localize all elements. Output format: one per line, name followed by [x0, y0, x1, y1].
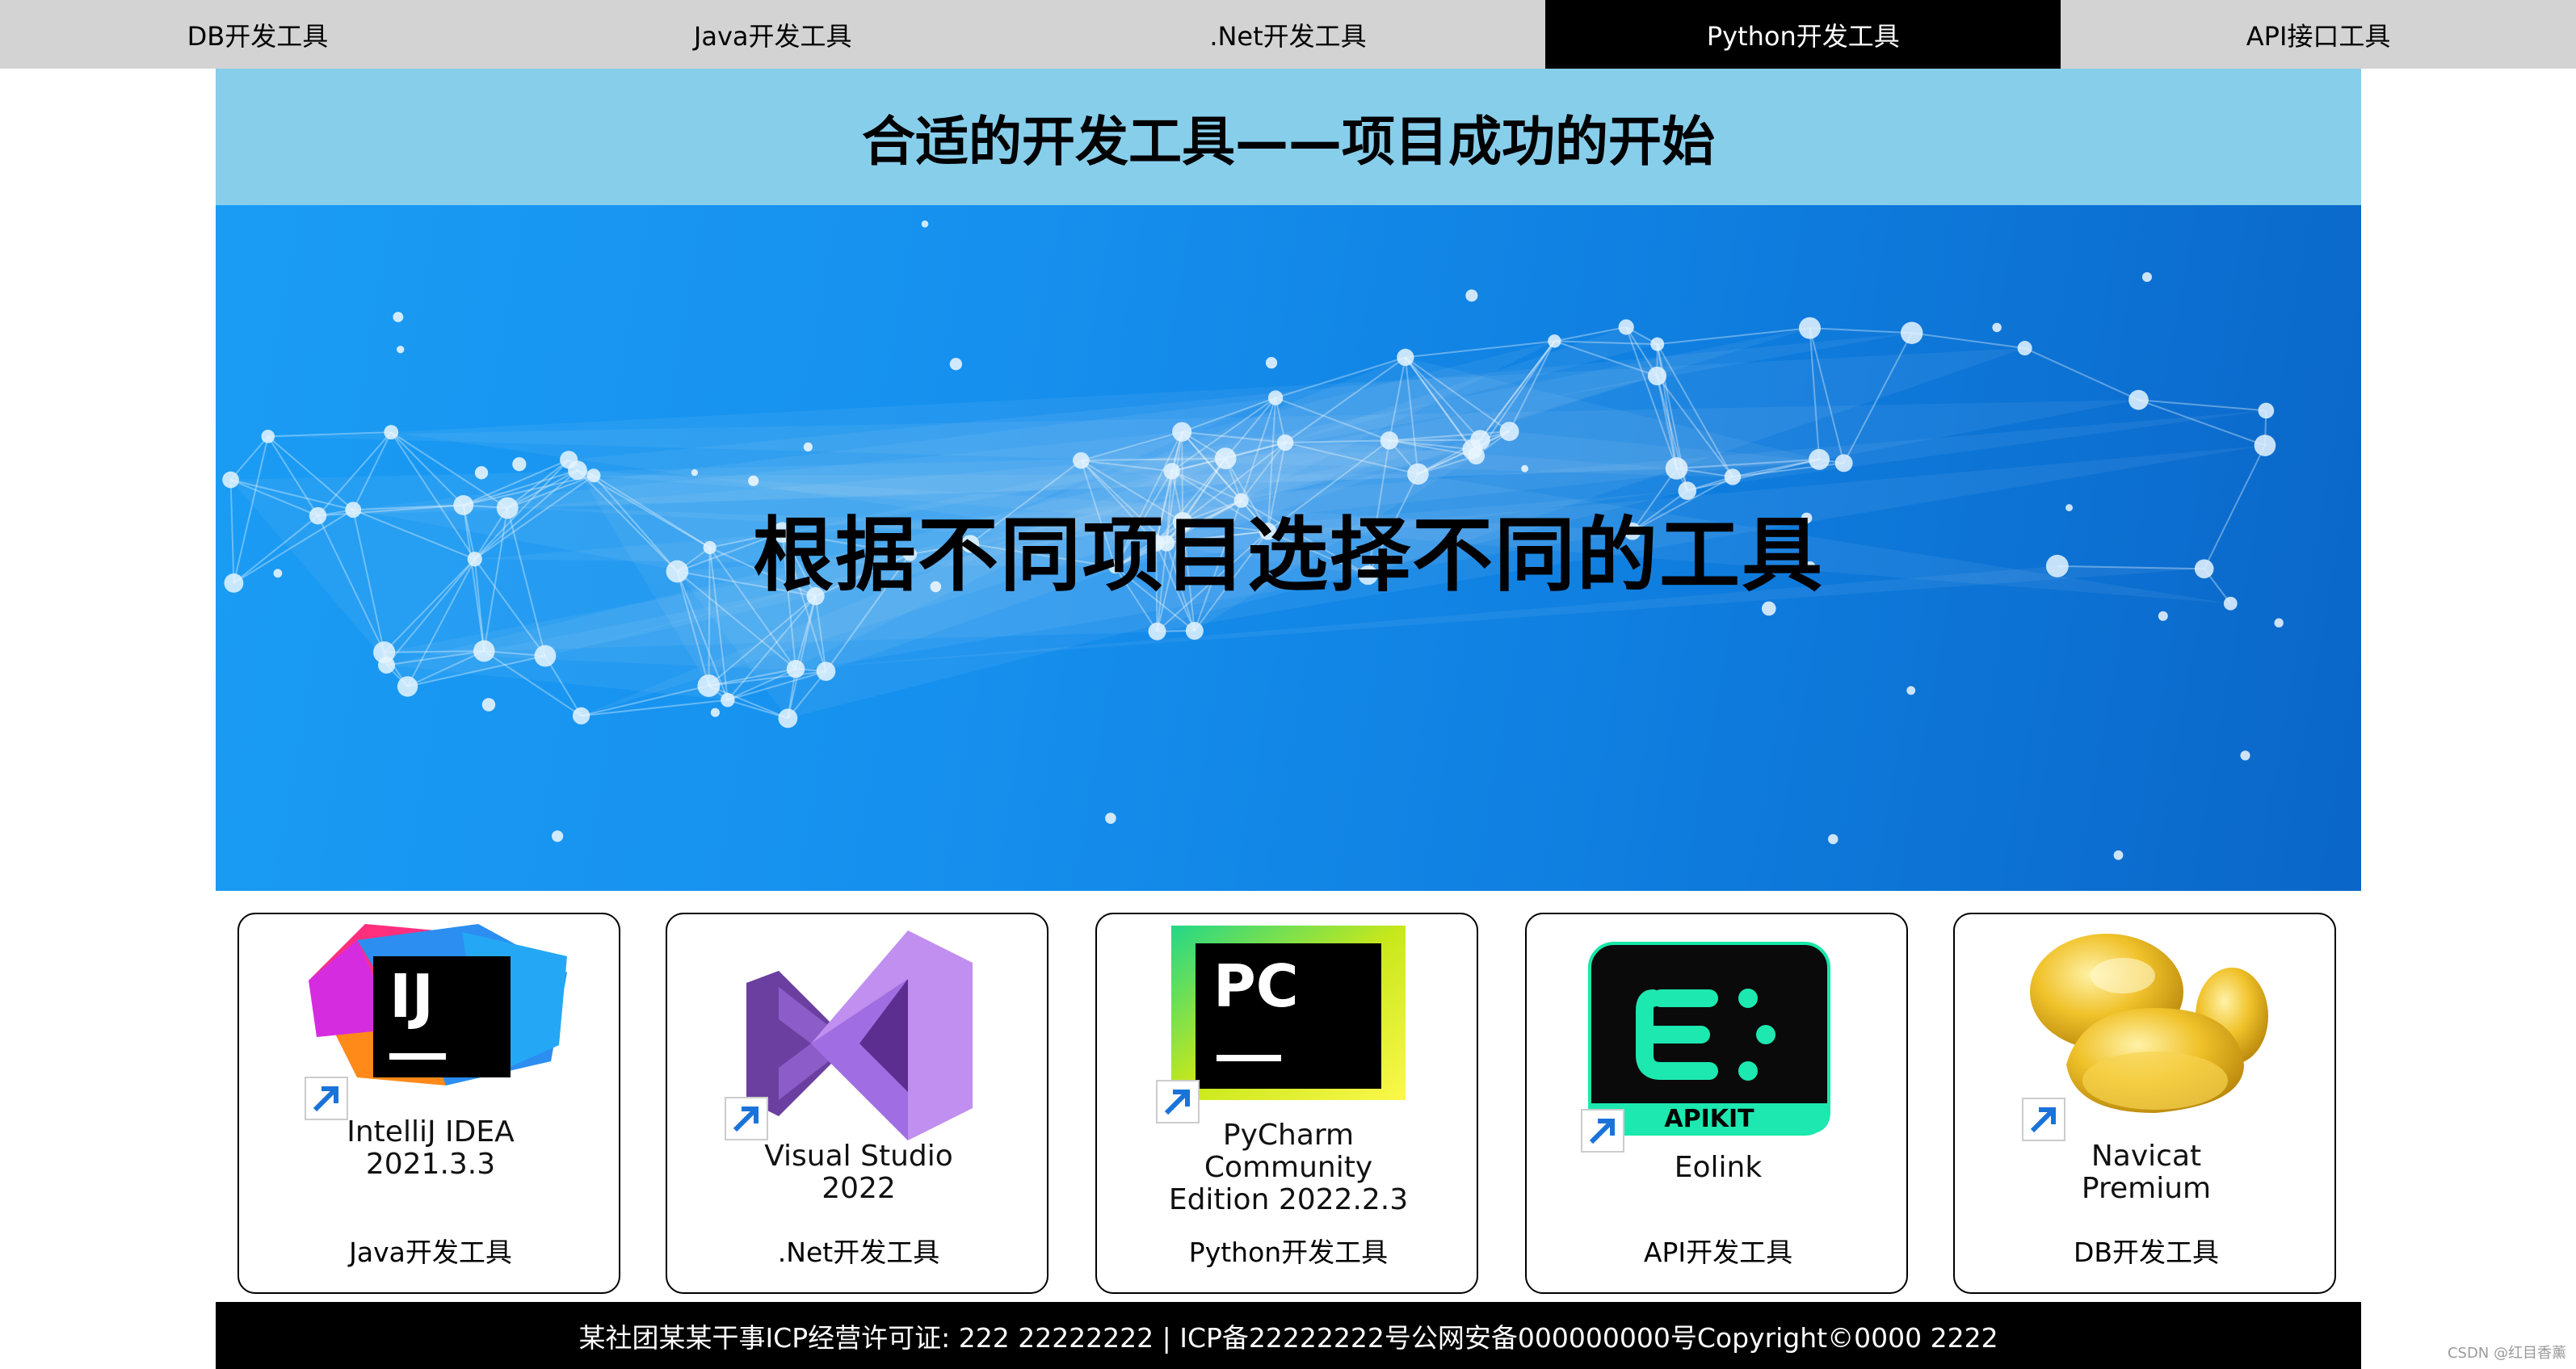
navicat-icon	[2030, 934, 2268, 1113]
banner-title: 根据不同项目选择不同的工具	[753, 508, 1824, 603]
app-icon-area: APIKIT	[1527, 914, 1910, 1153]
intellij-idea-icon: IJ	[309, 924, 567, 1086]
footer-text: 某社团某某干事ICP经营许可证: 222 22222222 | ICP备2222…	[578, 1321, 1998, 1354]
nav-item-java[interactable]: Java开发工具	[515, 0, 1031, 69]
apikit-label: APIKIT	[1664, 1105, 1754, 1133]
header-bar: 合适的开发工具——项目成功的开始	[216, 69, 2361, 205]
apikit-icon: APIKIT	[1588, 942, 1830, 1136]
app-icon-area	[1955, 914, 2338, 1141]
app-name: Navicat Premium	[2081, 1140, 2212, 1205]
shortcut-arrow-icon	[1581, 1109, 1624, 1153]
site-footer: 某社团某某干事ICP经营许可证: 222 22222222 | ICP备2222…	[216, 1302, 2361, 1369]
pycharm-icon: PC	[1171, 926, 1406, 1100]
svg-text:PC: PC	[1213, 952, 1299, 1020]
tool-label: Python开发工具	[1188, 1237, 1389, 1268]
app-icon-area	[667, 914, 1050, 1140]
app-name: IntelliJ IDEA 2021.3.3	[347, 1115, 515, 1181]
svg-text:IJ: IJ	[389, 962, 434, 1031]
shortcut-arrow-icon	[1156, 1080, 1200, 1123]
app-name: Visual Studio 2022	[764, 1140, 953, 1205]
app-icon-area: PC	[1097, 914, 1480, 1132]
app-name: Eolink	[1674, 1151, 1763, 1184]
tool-label: .Net开发工具	[777, 1237, 940, 1268]
page-title: 合适的开发工具——项目成功的开始	[862, 110, 1715, 173]
nav-item-python[interactable]: Python开发工具	[1545, 0, 2061, 69]
tool-label: DB开发工具	[2073, 1237, 2220, 1268]
tool-card-api[interactable]: APIKIT Eolink API开发工具	[1525, 913, 1908, 1294]
tool-label: Java开发工具	[349, 1237, 512, 1268]
nav-item-dotnet[interactable]: .Net开发工具	[1031, 0, 1546, 69]
shortcut-arrow-icon	[725, 1097, 768, 1140]
app-name: PyCharm Community Edition 2022.2.3	[1168, 1119, 1409, 1216]
nav-item-api[interactable]: API接口工具	[2061, 0, 2576, 69]
tool-card-java[interactable]: IJ IntelliJ IDEA 2021.3.3 Java开发工具	[237, 913, 620, 1294]
tool-label: API开发工具	[1643, 1237, 1793, 1268]
tool-card-python[interactable]: PC PyCharm Community Edition 2022.2.3 Py…	[1095, 913, 1478, 1294]
shortcut-arrow-icon	[2022, 1098, 2065, 1141]
nav-item-db[interactable]: DB开发工具	[0, 0, 515, 69]
watermark: CSDN @红目香薰	[2447, 1345, 2566, 1362]
app-icon-area: IJ	[239, 914, 622, 1132]
top-nav: DB开发工具 Java开发工具 .Net开发工具 Python开发工具 API接…	[0, 0, 2576, 69]
tool-card-db[interactable]: Navicat Premium DB开发工具	[1953, 913, 2336, 1294]
shortcut-arrow-icon	[305, 1077, 348, 1120]
hero-banner: 根据不同项目选择不同的工具	[216, 205, 2361, 891]
tool-card-dotnet[interactable]: Visual Studio 2022 .Net开发工具	[666, 913, 1048, 1294]
